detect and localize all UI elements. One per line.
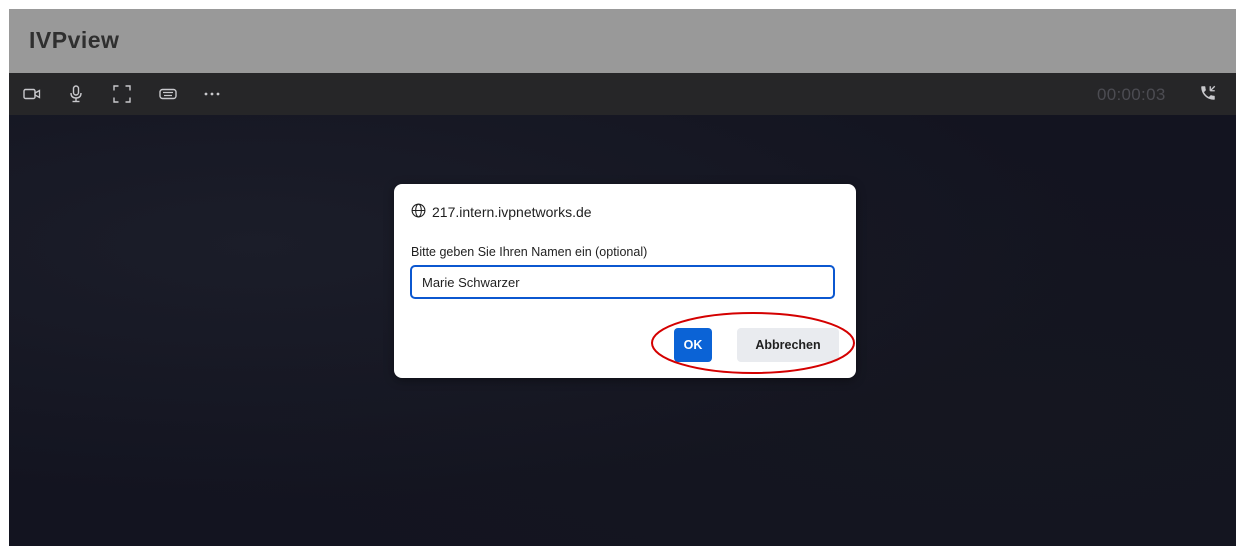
call-timer: 00:00:03 — [1097, 85, 1166, 104]
more-icon[interactable] — [203, 85, 221, 103]
camera-icon[interactable] — [23, 85, 41, 103]
keyboard-icon[interactable] — [159, 85, 177, 103]
app-title: IVPview — [29, 27, 120, 53]
microphone-icon[interactable] — [67, 85, 85, 103]
cancel-button[interactable]: Abbrechen — [737, 328, 839, 362]
globe-icon — [411, 203, 426, 221]
phone-icon[interactable] — [1199, 84, 1217, 102]
app-header: IVPview — [9, 9, 1236, 73]
ok-button[interactable]: OK — [674, 328, 712, 362]
dialog-origin-text: 217.intern.ivpnetworks.de — [432, 204, 592, 220]
name-input[interactable] — [410, 265, 835, 299]
dialog-message: Bitte geben Sie Ihren Namen ein (optiona… — [411, 245, 648, 259]
call-toolbar: 00:00:03 — [9, 73, 1236, 115]
fullscreen-icon[interactable] — [113, 85, 131, 103]
app-window: IVPview 00:00:03 217.intern.ivpnetworks.… — [9, 9, 1236, 546]
dialog-origin: 217.intern.ivpnetworks.de — [411, 203, 592, 221]
name-prompt-dialog: 217.intern.ivpnetworks.de Bitte geben Si… — [394, 184, 856, 378]
